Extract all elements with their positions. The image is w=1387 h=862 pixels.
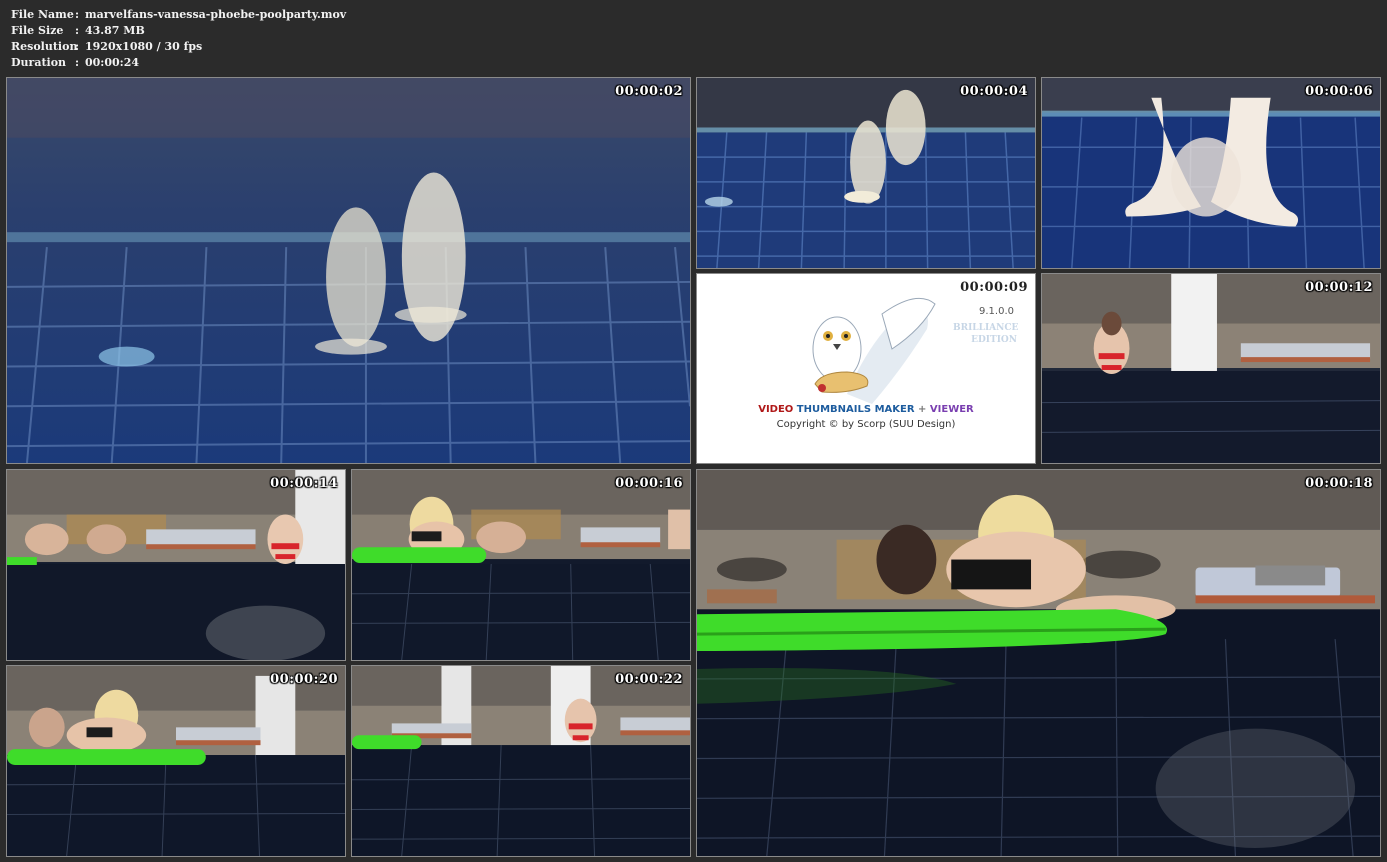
duration-value: 00:00:24 [85, 56, 140, 69]
timestamp: 00:00:06 [1305, 84, 1373, 99]
underwater-scene-image [7, 78, 690, 463]
duration-row: Duration : 00:00:24 [11, 55, 346, 71]
video-thumbnail[interactable]: 00:00:16 [351, 469, 691, 661]
app-logo: 9.1.0.0 BRILLIANCE EDITION VIDEO THUMBNA… [697, 274, 1035, 463]
file-size-value: 43.87 MB [85, 24, 145, 37]
file-info-panel: File Name : marvelfans-vanessa-phoebe-po… [11, 7, 346, 71]
separator: : [75, 24, 80, 37]
timestamp: 00:00:20 [270, 672, 338, 687]
owl-icon [812, 297, 936, 404]
video-thumbnail[interactable]: 00:00:02 [6, 77, 691, 464]
poolside-scene-image [7, 666, 345, 856]
separator: : [75, 8, 80, 21]
file-size-label: File Size [11, 24, 64, 37]
video-thumbnail[interactable]: 00:00:04 [696, 77, 1036, 269]
edition-line-1: BRILLIANCE [953, 323, 1019, 333]
logo-version: 9.1.0.0 [979, 306, 1014, 317]
video-thumbnail[interactable]: 00:00:06 [1041, 77, 1381, 269]
logo-title: VIDEO THUMBNAILS MAKER + VIEWER [697, 404, 1035, 415]
video-thumbnail[interactable]: 00:00:14 [6, 469, 346, 661]
video-thumbnail[interactable]: 00:00:18 [696, 469, 1381, 857]
app-logo-thumbnail[interactable]: 9.1.0.0 BRILLIANCE EDITION VIDEO THUMBNA… [696, 273, 1036, 464]
resolution-row: Resolution : 1920x1080 / 30 fps [11, 39, 346, 55]
timestamp: 00:00:09 [960, 280, 1028, 295]
video-thumbnail[interactable]: 00:00:12 [1041, 273, 1381, 464]
timestamp: 00:00:14 [270, 476, 338, 491]
logo-title-viewer: VIEWER [929, 404, 974, 415]
timestamp: 00:00:12 [1305, 280, 1373, 295]
poolside-scene-image [352, 470, 690, 660]
logo-title-plus: + [918, 404, 927, 415]
timestamp: 00:00:02 [615, 84, 683, 99]
file-name-row: File Name : marvelfans-vanessa-phoebe-po… [11, 7, 346, 23]
resolution-label: Resolution [11, 40, 78, 53]
video-thumbnail[interactable]: 00:00:20 [6, 665, 346, 857]
duration-label: Duration [11, 56, 67, 69]
timestamp: 00:00:22 [615, 672, 683, 687]
underwater-scene-image [697, 78, 1035, 268]
poolside-scene-image [1042, 274, 1380, 463]
logo-title-thumbnails-maker: THUMBNAILS MAKER [796, 404, 915, 415]
timestamp: 00:00:16 [615, 476, 683, 491]
logo-title-video: VIDEO [758, 404, 794, 415]
underwater-scene-image [1042, 78, 1380, 268]
file-name-value: marvelfans-vanessa-phoebe-poolparty.mov [85, 8, 347, 21]
separator: : [75, 56, 80, 69]
file-size-row: File Size : 43.87 MB [11, 23, 346, 39]
separator: : [75, 40, 80, 53]
poolside-scene-image [697, 470, 1380, 856]
timestamp: 00:00:18 [1305, 476, 1373, 491]
poolside-scene-image [7, 470, 345, 660]
logo-copyright: Copyright © by Scorp (SUU Design) [776, 419, 956, 430]
poolside-scene-image [352, 666, 690, 856]
logo-edition: BRILLIANCE EDITION [953, 322, 1019, 346]
video-thumbnail[interactable]: 00:00:22 [351, 665, 691, 857]
resolution-value: 1920x1080 / 30 fps [85, 40, 203, 53]
edition-line-2: EDITION [971, 335, 1017, 345]
file-name-label: File Name [11, 8, 74, 21]
timestamp: 00:00:04 [960, 84, 1028, 99]
